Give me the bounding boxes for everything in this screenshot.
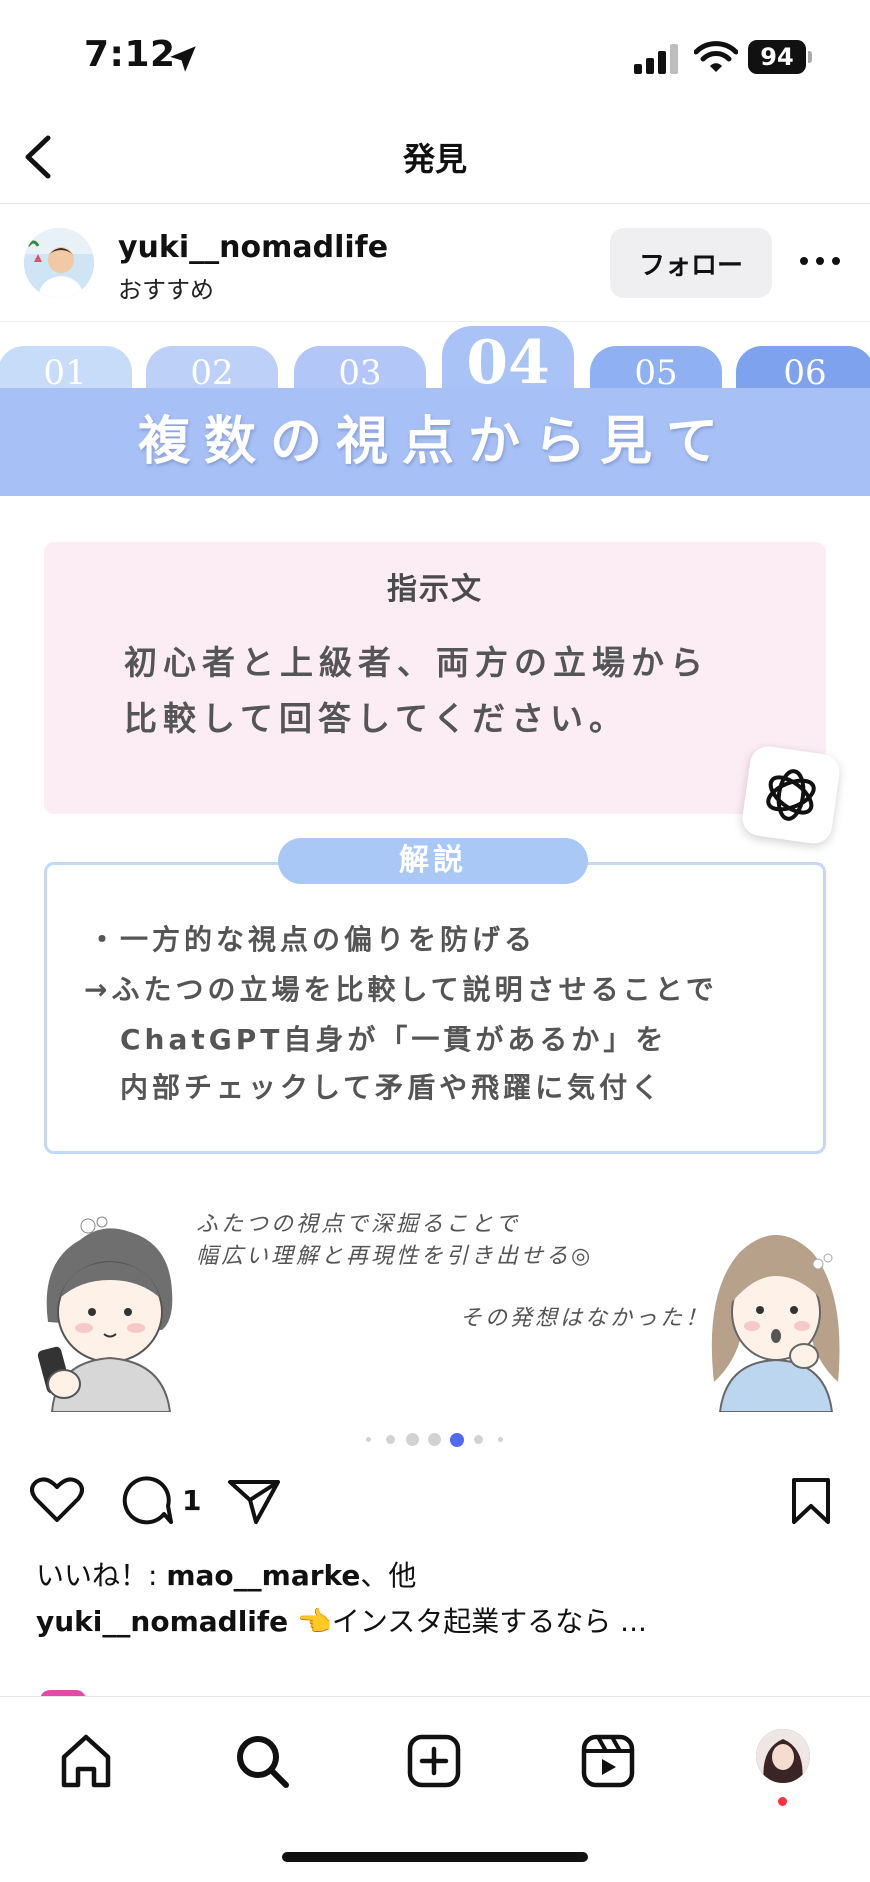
carousel-dot-active (450, 1433, 464, 1447)
speech-left-line-1: ふたつの視点で深掘ることで (196, 1212, 521, 1237)
author-username[interactable]: yuki__nomadlife (118, 230, 388, 265)
prompt-line-2: 比較して回答してください。 (124, 699, 629, 738)
bookmark-icon[interactable] (790, 1476, 832, 1526)
slide-step-tabs: 01 02 03 04 05 06 (0, 322, 870, 401)
caption-user[interactable]: yuki__nomadlife (36, 1605, 288, 1638)
author-avatar-image (24, 228, 94, 298)
top-header: 発見 (0, 110, 870, 204)
battery-tip (808, 51, 812, 63)
reels-icon[interactable] (578, 1731, 638, 1791)
follow-button[interactable]: フォロー (610, 228, 772, 298)
battery-indicator: 94 (748, 40, 812, 74)
comment-icon[interactable] (122, 1476, 174, 1526)
post-actions: 1 (0, 1470, 870, 1530)
step-tab-04-active: 04 (442, 326, 574, 401)
caption-line: yuki__nomadlife 👈インスタ起業するなら ... (36, 1600, 647, 1640)
create-icon[interactable] (404, 1731, 464, 1791)
carousel-dot (406, 1433, 419, 1446)
search-icon[interactable] (232, 1731, 292, 1791)
prompt-card: 指示文 初心者と上級者、両方の立場から 比較して回答してください。 (44, 542, 826, 814)
heart-icon[interactable] (30, 1476, 84, 1524)
home-indicator (282, 1852, 588, 1862)
explanation-line-4: 内部チェックして矛盾や飛躍に気付く (120, 1071, 664, 1104)
likes-prefix: いいね！: (36, 1559, 167, 1592)
author-avatar[interactable] (24, 228, 94, 298)
status-time: 7:12 (84, 34, 176, 75)
likes-suffix[interactable]: 、他 (360, 1559, 416, 1592)
carousel-dot (386, 1435, 395, 1444)
caption-text[interactable]: 👈インスタ起業するなら ... (288, 1605, 647, 1638)
post-image[interactable]: 01 02 03 04 05 06 複数の視点から見て 指示文 初心者と上級者、… (0, 322, 870, 1412)
notification-dot (778, 1797, 787, 1806)
prompt-title: 指示文 (387, 572, 483, 607)
author-subtitle: おすすめ (118, 276, 214, 304)
wifi-icon (694, 41, 738, 72)
girl-thinking-illustration (711, 1235, 840, 1412)
battery-level: 94 (748, 40, 806, 74)
profile-avatar[interactable] (756, 1729, 810, 1783)
speech-left-line-2: 幅広い理解と再現性を引き出せる◎ (196, 1244, 594, 1269)
carousel-dot (366, 1437, 371, 1442)
send-icon[interactable] (226, 1476, 282, 1526)
explanation-line-2: →ふたつの立場を比較して説明させることで (84, 973, 718, 1006)
openai-logo-badge (740, 744, 842, 846)
carousel-indicator (0, 1432, 870, 1448)
comment-count: 1 (182, 1484, 202, 1517)
profile-avatar-image (756, 1729, 810, 1783)
signal-icon (634, 44, 678, 74)
openai-logo-icon (766, 769, 816, 821)
post-header: yuki__nomadlife おすすめ フォロー (0, 204, 870, 322)
speech-right: その発想はなかった！ (460, 1306, 711, 1331)
location-arrow-icon (170, 46, 196, 72)
home-icon[interactable] (56, 1731, 116, 1791)
page-title: 発見 (402, 140, 467, 178)
carousel-dot (474, 1435, 483, 1444)
likes-user[interactable]: mao__marke (166, 1559, 360, 1592)
explanation-line-1: ・一方的な視点の偏りを防げる (88, 923, 537, 956)
status-bar: 7:12 94 (0, 0, 870, 110)
illustration-area: ふたつの視点で深掘ることで 幅広い理解と再現性を引き出せる◎ その発想はなかった… (0, 1192, 870, 1412)
explanation-card (44, 862, 826, 1154)
boy-with-phone-illustration (37, 1216, 173, 1412)
prompt-line-1: 初心者と上級者、両方の立場から (124, 643, 709, 682)
explanation-line-3: ChatGPT自身が「一貫があるか」を (120, 1023, 668, 1056)
carousel-dot (428, 1433, 441, 1446)
carousel-dot (498, 1437, 503, 1442)
explanation-title: 解説 (278, 838, 588, 884)
likes-line: いいね！: mao__marke、他 (36, 1554, 416, 1594)
more-icon[interactable] (796, 246, 844, 276)
slide-banner-title: 複数の視点から見て (0, 388, 870, 496)
